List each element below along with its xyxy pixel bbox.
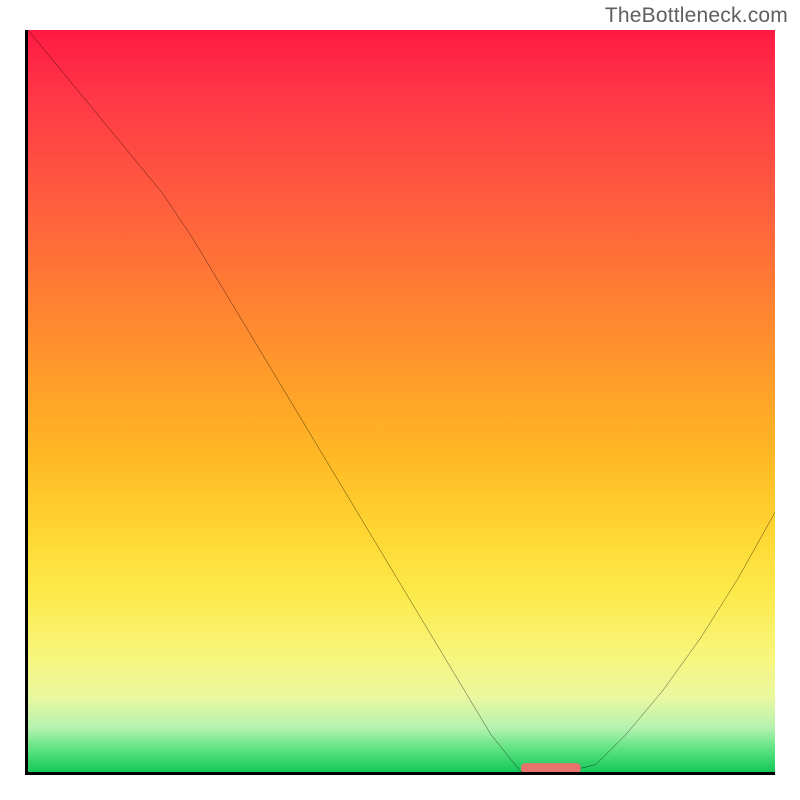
target-marker (28, 30, 775, 772)
watermark-text: TheBottleneck.com (605, 4, 788, 28)
plot-area (25, 30, 775, 775)
chart-container: TheBottleneck.com (0, 0, 800, 800)
